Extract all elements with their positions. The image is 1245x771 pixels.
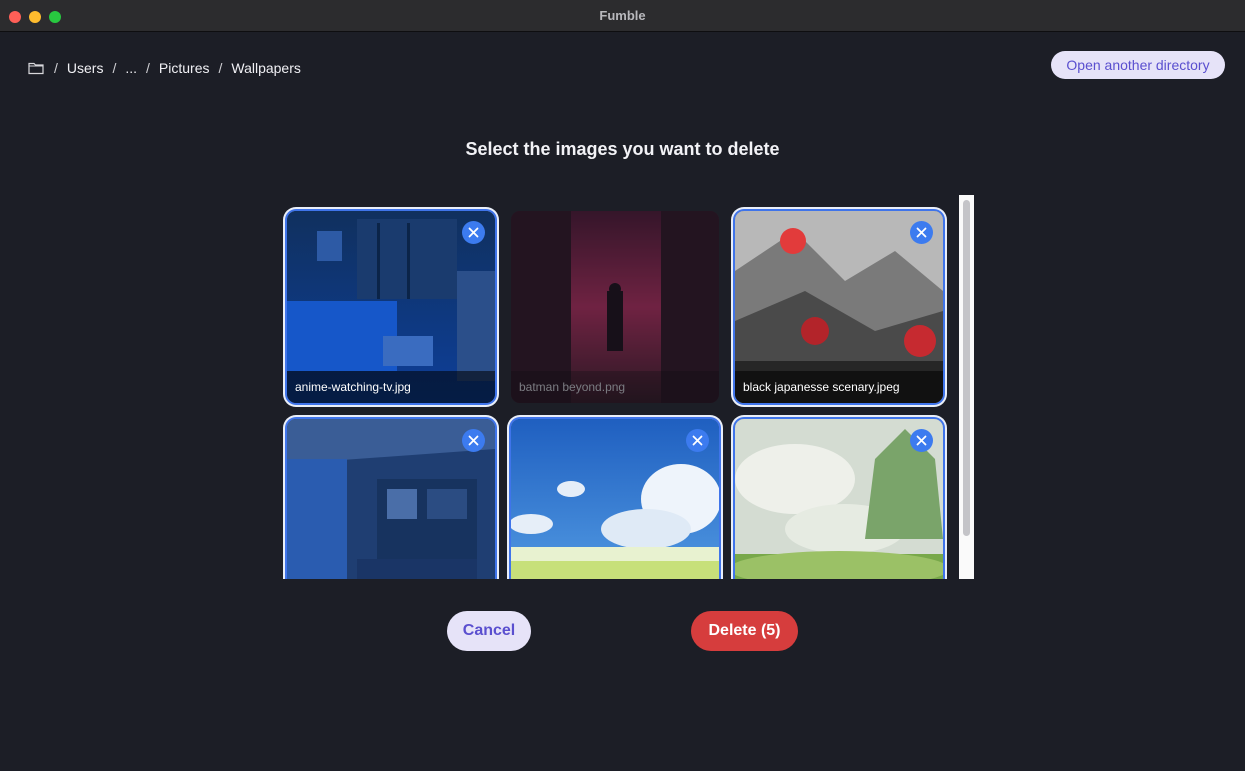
close-icon <box>916 227 927 238</box>
image-card-black-japanesse-scenary[interactable]: black japanesse scenary.jpeg <box>735 211 943 403</box>
scrollbar-thumb[interactable] <box>963 200 970 536</box>
image-grid[interactable]: anime-watching-tv.jpg batman beyond.png <box>283 195 953 579</box>
image-card-batman-beyond[interactable]: batman beyond.png <box>511 211 719 403</box>
image-card-5[interactable] <box>511 419 719 579</box>
breadcrumb-separator: / <box>54 60 58 76</box>
deselect-button[interactable] <box>462 429 485 452</box>
folder-icon <box>28 62 44 75</box>
breadcrumb-separator: / <box>146 60 150 76</box>
open-another-directory-button[interactable]: Open another directory <box>1051 51 1225 79</box>
window-title: Fumble <box>599 8 646 23</box>
cancel-button[interactable]: Cancel <box>447 611 531 651</box>
title-bar: Fumble <box>0 0 1245 32</box>
grid-scrollbar[interactable] <box>959 195 974 579</box>
breadcrumb-item-pictures[interactable]: Pictures <box>159 60 210 76</box>
image-filename: batman beyond.png <box>511 371 719 403</box>
close-icon <box>692 435 703 446</box>
image-card-4[interactable] <box>287 419 495 579</box>
image-filename: anime-watching-tv.jpg <box>287 371 495 403</box>
deselect-button[interactable] <box>910 429 933 452</box>
deselect-button[interactable] <box>910 221 933 244</box>
close-icon <box>468 227 479 238</box>
close-icon <box>916 435 927 446</box>
deselect-button[interactable] <box>686 429 709 452</box>
breadcrumb-item-ellipsis[interactable]: ... <box>125 60 137 76</box>
image-card-6[interactable] <box>735 419 943 579</box>
breadcrumb-separator: / <box>218 60 223 76</box>
breadcrumb-separator: / <box>112 60 117 76</box>
image-card-anime-watching-tv[interactable]: anime-watching-tv.jpg <box>287 211 495 403</box>
deselect-button[interactable] <box>462 221 485 244</box>
close-icon <box>468 435 479 446</box>
page-title: Select the images you want to delete <box>465 139 780 159</box>
delete-button[interactable]: Delete (5) <box>691 611 798 651</box>
breadcrumb-item-wallpapers[interactable]: Wallpapers <box>231 60 301 76</box>
image-filename: black japanesse scenary.jpeg <box>735 371 943 403</box>
breadcrumb-item-users[interactable]: Users <box>67 60 104 76</box>
breadcrumb: / Users / ... / Pictures / Wallpapers <box>28 60 301 76</box>
